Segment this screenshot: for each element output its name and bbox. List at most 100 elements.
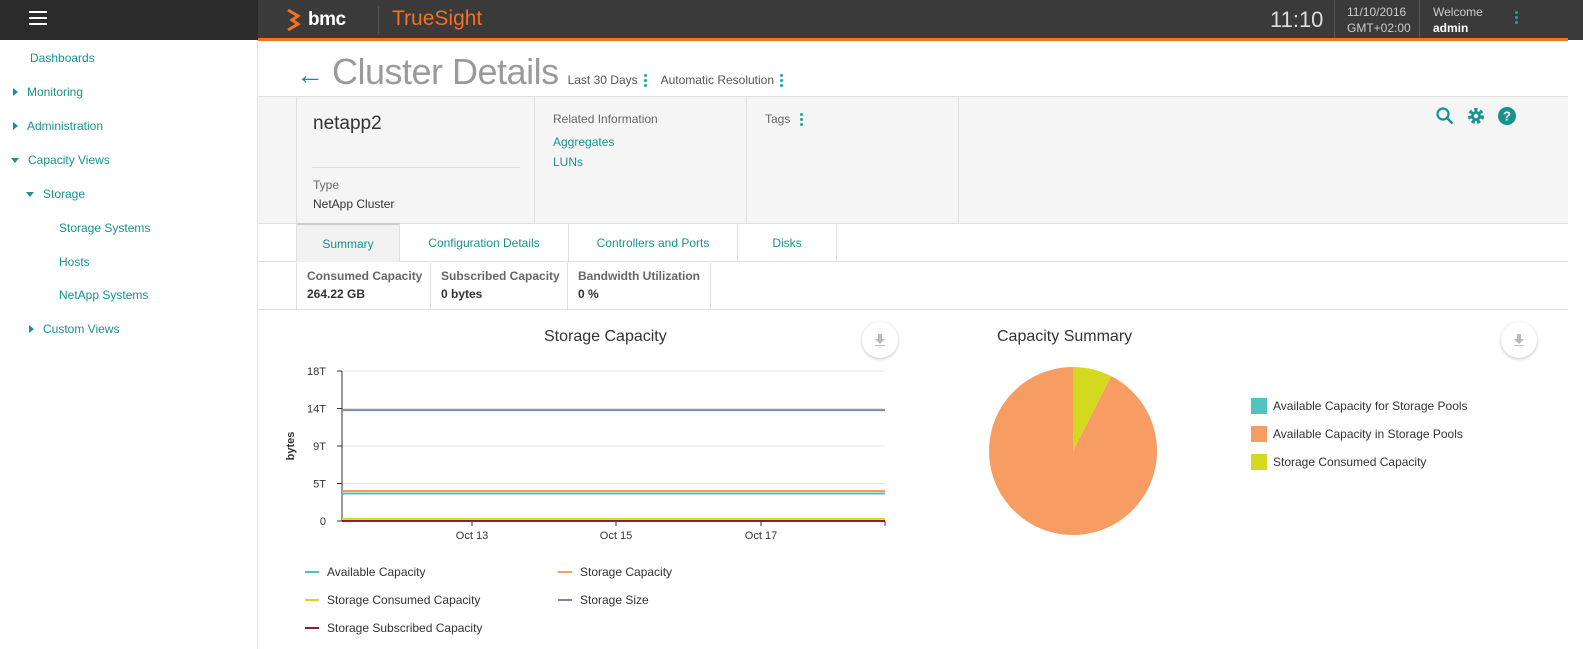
legend-label: Storage Consumed Capacity (327, 593, 481, 607)
logo-divider (378, 6, 379, 34)
tab-bar: Summary Configuration Details Controller… (258, 223, 1568, 262)
expand-arrow-icon (13, 122, 18, 130)
sidebar-item-custom-views[interactable]: Custom Views (29, 322, 119, 336)
y-tick-label: 18T (307, 366, 326, 378)
legend-item[interactable]: Available Capacity (305, 565, 426, 579)
metric-value: 264.22 GB (307, 287, 366, 301)
sidebar-item-label: Dashboards (30, 51, 95, 65)
resolution-kebab-icon[interactable] (780, 73, 784, 87)
sidebar-item-label: NetApp Systems (59, 288, 149, 302)
title-row: ← Cluster Details Last 30 Days Automatic… (296, 51, 784, 93)
welcome-user[interactable]: Welcome admin (1433, 4, 1483, 36)
metric-label: Bandwidth Utilization (578, 269, 700, 283)
divider (312, 167, 520, 168)
tab-disks[interactable]: Disks (738, 223, 837, 262)
back-arrow-icon[interactable]: ← (296, 60, 324, 90)
legend-label: Storage Consumed Capacity (1273, 455, 1427, 469)
gear-icon[interactable] (1466, 106, 1486, 126)
sidebar-item-hosts[interactable]: Hosts (59, 255, 90, 269)
y-tick-label: 5T (313, 479, 326, 491)
sidebar-item-capacity-views[interactable]: Capacity Views (11, 153, 110, 167)
sidebar-item-label: Storage Systems (59, 221, 151, 235)
date: 11/10/2016 (1347, 5, 1407, 19)
related-label: Related Information (553, 112, 658, 126)
timezone: GMT+02:00 (1347, 21, 1411, 35)
help-icon[interactable]: ? (1497, 106, 1517, 126)
sidebar-item-monitoring[interactable]: Monitoring (13, 85, 83, 99)
metric-label: Consumed Capacity (307, 269, 423, 283)
sidebar-item-storage[interactable]: Storage (26, 187, 85, 201)
sidebar-item-netapp-systems[interactable]: NetApp Systems (59, 288, 148, 302)
tab-configuration-details[interactable]: Configuration Details (400, 223, 569, 262)
svg-text:?: ? (1503, 109, 1511, 124)
sidebar-item-label: Custom Views (43, 322, 120, 336)
object-summary: netapp2 Type NetApp Cluster (296, 97, 535, 223)
tab-controllers-and-ports[interactable]: Controllers and Ports (569, 223, 738, 262)
resolution-selector[interactable]: Automatic Resolution (660, 73, 784, 87)
link-luns[interactable]: LUNs (553, 155, 583, 169)
storage-capacity-chart: 0 5T 9T 14T 18T Oct 13 Oct 15 Oct 17 bytes (285, 366, 886, 542)
legend-label: Storage Subscribed Capacity (327, 621, 483, 635)
legend-item[interactable]: Storage Size (558, 593, 649, 607)
download-capacity-summary-button[interactable] (1501, 322, 1537, 358)
legend-label: Available Capacity for Storage Pools (1273, 399, 1468, 413)
legend-swatch (1251, 426, 1267, 442)
resolution-label: Automatic Resolution (660, 73, 775, 87)
y-tick-label: 14T (307, 404, 326, 416)
time-range-kebab-icon[interactable] (643, 73, 647, 87)
page-title: Cluster Details (332, 51, 559, 92)
legend-label: Available Capacity (327, 565, 426, 579)
details-panel: netapp2 Type NetApp Cluster Related Info… (258, 96, 1568, 224)
sidebar-item-label: Storage (43, 187, 86, 201)
legend-swatch (558, 599, 572, 601)
type-label: Type (313, 178, 340, 192)
bmc-chevron-icon (287, 9, 301, 31)
x-tick-label: Oct 15 (600, 530, 632, 542)
sidebar-item-administration[interactable]: Administration (13, 119, 103, 133)
legend-swatch (1251, 454, 1267, 470)
y-axis-label: bytes (285, 432, 297, 461)
sidebar-item-dashboards[interactable]: Dashboards (30, 51, 95, 65)
legend-swatch (305, 599, 319, 601)
download-storage-capacity-button[interactable] (862, 322, 898, 358)
metric-value: 0 % (578, 287, 599, 301)
tags-section: Tags (747, 97, 959, 223)
brand-name: bmc (308, 9, 346, 30)
download-icon (875, 334, 885, 346)
product-name: TrueSight (392, 7, 483, 30)
sidebar-item-storage-systems[interactable]: Storage Systems (59, 221, 150, 235)
sidebar-item-label: Hosts (59, 255, 90, 269)
legend-label: Storage Capacity (580, 565, 673, 579)
sidebar-item-label: Monitoring (27, 85, 84, 99)
sidebar-item-label: Capacity Views (28, 153, 110, 167)
legend-swatch (1251, 398, 1267, 414)
legend-label: Available Capacity in Storage Pools (1273, 427, 1463, 441)
legend-item[interactable]: Storage Subscribed Capacity (305, 621, 482, 635)
legend-item[interactable]: Storage Consumed Capacity (1251, 454, 1426, 470)
tags-kebab-icon[interactable] (800, 113, 803, 126)
legend-item[interactable]: Storage Capacity (558, 565, 672, 579)
top-bar: bmc TrueSight 11:10 11/10/2016 GMT+02:00… (0, 0, 1583, 41)
legend-item[interactable]: Available Capacity in Storage Pools (1251, 426, 1463, 442)
username: admin (1433, 21, 1469, 35)
metrics-bar: Consumed Capacity 264.22 GB Subscribed C… (258, 263, 1568, 310)
time-range-selector[interactable]: Last 30 Days (568, 73, 647, 87)
sidebar-item-label: Administration (27, 119, 104, 133)
capacity-summary-pie (989, 367, 1157, 535)
search-icon[interactable] (1435, 106, 1455, 126)
expand-arrow-icon (13, 88, 18, 96)
collapse-arrow-icon (26, 191, 34, 197)
related-information: Related Information Aggregates LUNs (535, 97, 747, 223)
hamburger-menu-icon[interactable] (29, 11, 47, 27)
tab-summary[interactable]: Summary (296, 223, 400, 262)
user-menu-kebab-icon[interactable] (1512, 11, 1520, 29)
link-aggregates[interactable]: Aggregates (553, 135, 614, 149)
storage-capacity-title: Storage Capacity (544, 328, 667, 345)
legend-item[interactable]: Storage Consumed Capacity (305, 593, 480, 607)
sidebar-header (0, 0, 258, 40)
legend-item[interactable]: Available Capacity for Storage Pools (1251, 398, 1468, 414)
legend-swatch (305, 571, 319, 573)
bmc-logo: bmc (286, 6, 346, 34)
download-icon (1514, 334, 1524, 346)
tags-label: Tags (765, 112, 791, 126)
